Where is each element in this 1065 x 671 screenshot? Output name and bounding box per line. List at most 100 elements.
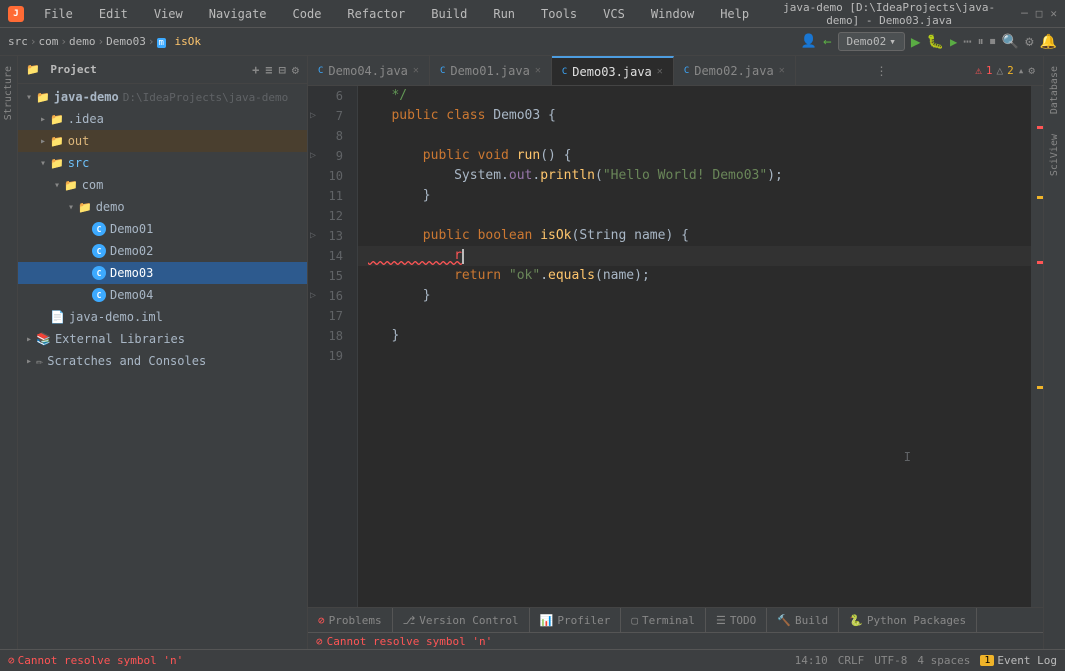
menu-navigate[interactable]: Navigate	[201, 5, 275, 23]
bottom-tab-build[interactable]: 🔨 Build	[767, 608, 839, 632]
menu-help[interactable]: Help	[712, 5, 757, 23]
nav-back-icon[interactable]: ←	[823, 34, 831, 50]
menu-build[interactable]: Build	[423, 5, 475, 23]
event-log-count: 1	[980, 655, 994, 666]
status-error-icon: ⊘	[8, 654, 15, 667]
breadcrumb: src › com › demo › Demo03 › m isOk	[8, 35, 797, 48]
menu-window[interactable]: Window	[643, 5, 702, 23]
code-line-9: public void run() {	[358, 146, 1031, 166]
tree-item-idea[interactable]: ▸ 📁 .idea	[18, 108, 307, 130]
tab-demo03[interactable]: C Demo03.java ✕	[552, 56, 674, 85]
menu-view[interactable]: View	[146, 5, 191, 23]
tab-close-demo02[interactable]: ✕	[779, 65, 785, 76]
menu-file[interactable]: File	[36, 5, 81, 23]
tab-icon-demo02: C	[684, 66, 689, 76]
menu-refactor[interactable]: Refactor	[339, 5, 413, 23]
minimize-btn[interactable]: ─	[1021, 7, 1028, 20]
sidebar: 📁 Project + ≡ ⊟ ⚙ ▾ 📁 java-demo D:\IdeaP…	[18, 56, 308, 649]
menu-code[interactable]: Code	[285, 5, 330, 23]
breadcrumb-com[interactable]: com	[39, 35, 59, 48]
tree-item-demo01[interactable]: ▸ C Demo01	[18, 218, 307, 240]
profiler-label: Profiler	[557, 614, 610, 627]
tree-item-demo[interactable]: ▾ 📁 demo	[18, 196, 307, 218]
tab-demo02[interactable]: C Demo02.java ✕	[674, 56, 796, 85]
nav-stop-icon[interactable]: ⏹	[990, 34, 996, 49]
menu-bar-inline: File Edit View Navigate Code Refactor Bu…	[36, 5, 757, 23]
bottom-tab-problems[interactable]: ⊘ Problems	[308, 608, 393, 632]
coverage-icon[interactable]: ▶	[950, 35, 957, 49]
menu-run[interactable]: Run	[485, 5, 523, 23]
close-btn[interactable]: ✕	[1050, 7, 1057, 20]
bottom-tab-python[interactable]: 🐍 Python Packages	[839, 608, 977, 632]
debug-icon[interactable]: 🐛	[927, 34, 944, 50]
code-editor[interactable]: */ public class Demo03 { public void run…	[358, 86, 1031, 607]
tree-item-com[interactable]: ▾ 📁 com	[18, 174, 307, 196]
bottom-tab-terminal[interactable]: ▢ Terminal	[621, 608, 706, 632]
bottom-tab-vcs[interactable]: ⎇ Version Control	[393, 608, 530, 632]
bottom-tab-profiler[interactable]: 📊 Profiler	[530, 608, 622, 632]
tab-demo01[interactable]: C Demo01.java ✕	[430, 56, 552, 85]
notifications-icon[interactable]: 🔔	[1040, 34, 1057, 50]
tree-arrow-out: ▸	[36, 136, 50, 147]
tab-demo04[interactable]: C Demo04.java ✕	[308, 56, 430, 85]
menu-tools[interactable]: Tools	[533, 5, 585, 23]
settings-errors-icon[interactable]: ⚙	[1028, 64, 1035, 77]
code-line-16: }	[358, 286, 1031, 306]
breadcrumb-demo03[interactable]: Demo03	[106, 35, 146, 48]
gutter-14: 14	[308, 246, 349, 266]
tab-close-demo01[interactable]: ✕	[535, 65, 541, 76]
indent[interactable]: 4 spaces	[917, 654, 970, 667]
event-log[interactable]: 1 Event Log	[980, 654, 1057, 667]
tree-item-src[interactable]: ▾ 📁 src	[18, 152, 307, 174]
line-ending[interactable]: CRLF	[838, 654, 865, 667]
breadcrumb-project[interactable]: src	[8, 35, 28, 48]
bottom-status-bar: ⊘ Cannot resolve symbol 'n'	[308, 633, 1043, 649]
breadcrumb-demo[interactable]: demo	[69, 35, 96, 48]
collapse-all-icon[interactable]: ⊟	[279, 63, 286, 77]
tree-item-out[interactable]: ▸ 📁 out	[18, 130, 307, 152]
expand-all-icon[interactable]: ≡	[265, 63, 272, 77]
profiler-icon: 📊	[540, 614, 554, 627]
error-mark-1	[1037, 126, 1043, 129]
todo-icon: ☰	[716, 614, 726, 627]
run-config-selector[interactable]: Demo02 ▾	[838, 32, 905, 51]
menu-vcs[interactable]: VCS	[595, 5, 633, 23]
structure-panel-label[interactable]: Structure	[1, 60, 16, 126]
tree-label-iml: java-demo.iml	[69, 310, 163, 324]
maximize-btn[interactable]: □	[1036, 7, 1043, 20]
run-button[interactable]: ▶	[911, 32, 921, 51]
tree-item-iml[interactable]: ▸ 📄 java-demo.iml	[18, 306, 307, 328]
sidebar-settings-icon[interactable]: ⚙	[292, 63, 299, 77]
sciview-panel-label[interactable]: SciView	[1047, 128, 1062, 182]
expand-errors-icon[interactable]: ▴	[1018, 64, 1025, 77]
settings-icon[interactable]: ⚙	[1025, 34, 1033, 50]
tree-item-demo04[interactable]: ▸ C Demo04	[18, 284, 307, 306]
menu-edit[interactable]: Edit	[91, 5, 136, 23]
tab-close-demo04[interactable]: ✕	[413, 65, 419, 76]
error-icon-status: ⊘	[316, 635, 323, 648]
tab-label-demo04: Demo04.java	[328, 64, 407, 78]
bottom-tab-todo[interactable]: ☰ TODO	[706, 608, 767, 632]
tree-label-demo04: Demo04	[110, 288, 153, 302]
breadcrumb-method[interactable]: m isOk	[157, 35, 202, 48]
tree-arrow-idea: ▸	[36, 114, 50, 125]
tree-item-ext-libs[interactable]: ▸ 📚 External Libraries	[18, 328, 307, 350]
more-run-icon[interactable]: ⋯	[963, 34, 971, 50]
profile-icon[interactable]: 👤	[801, 34, 817, 49]
tree-item-demo02[interactable]: ▸ C Demo02	[18, 240, 307, 262]
ext-libs-icon: 📚	[36, 332, 51, 346]
database-panel-label[interactable]: Database	[1047, 60, 1062, 120]
right-panel: C Demo04.java ✕ C Demo01.java ✕ C Demo03…	[308, 56, 1043, 649]
editor-area: 6 ▷ 7 8 ▷ 9 10 11 12 ▷ 13 14 15	[308, 86, 1043, 607]
event-log-label: Event Log	[997, 654, 1057, 667]
tab-close-demo03[interactable]: ✕	[657, 66, 663, 77]
tab-more-icon[interactable]: ⋮	[876, 64, 888, 78]
encoding[interactable]: UTF-8	[874, 654, 907, 667]
nav-pause-icon[interactable]: ⏸	[978, 34, 984, 49]
search-icon[interactable]: 🔍	[1002, 34, 1019, 50]
tree-item-java-demo[interactable]: ▾ 📁 java-demo D:\IdeaProjects\java-demo	[18, 86, 307, 108]
tree-item-scratches[interactable]: ▸ ✏ Scratches and Consoles	[18, 350, 307, 372]
tree-item-demo03[interactable]: ▸ C Demo03	[18, 262, 307, 284]
error-indicator: ⚠ 1 △ 2 ▴ ⚙	[967, 56, 1043, 85]
add-icon[interactable]: +	[252, 63, 259, 77]
